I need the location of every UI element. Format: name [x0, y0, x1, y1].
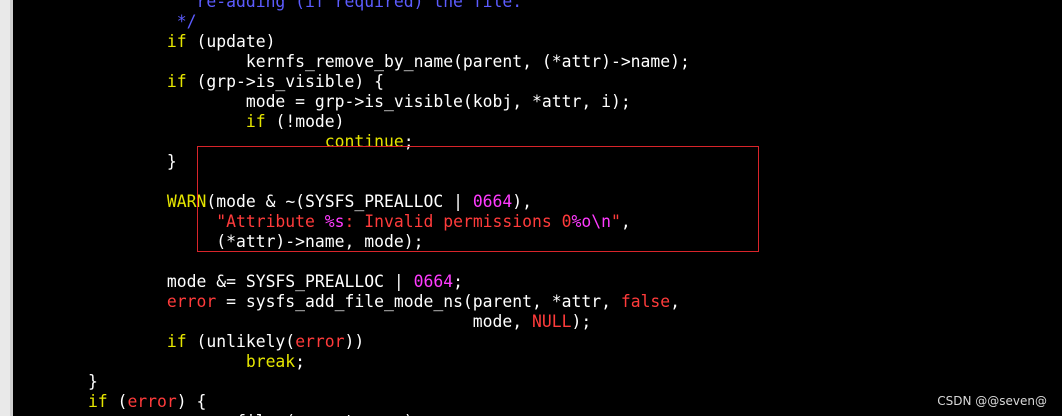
- code-line: re-adding (if required) the file.: [13, 0, 522, 12]
- code-token: error: [295, 332, 345, 351]
- code-line: */: [13, 12, 197, 32]
- code-token: ) {: [176, 392, 207, 411]
- code-token: ;: [453, 272, 463, 291]
- screenshot-frame: re-adding (if required) the file. */ if …: [0, 0, 1062, 416]
- code-token: if: [13, 72, 187, 91]
- code-token: if: [245, 112, 266, 131]
- code-token: error: [13, 292, 217, 311]
- highlight-annotation-box: [197, 146, 759, 252]
- code-line: if (grp->is_visible) {: [13, 72, 384, 92]
- code-token: WARN: [13, 192, 207, 211]
- code-token: mode,: [13, 312, 533, 331]
- code-token: (!mode): [265, 112, 345, 131]
- code-line: mode, NULL);: [13, 312, 591, 332]
- code-line: error = sysfs_add_file_mode_ns(parent, *…: [13, 292, 680, 312]
- code-token: (: [107, 392, 128, 411]
- code-token: (unlikely(: [186, 332, 296, 351]
- code-token: */: [13, 12, 197, 31]
- code-line: mode = grp->is_visible(kobj, *attr, i);: [13, 92, 631, 112]
- code-token: 0664: [413, 272, 454, 291]
- code-token: if: [13, 392, 108, 411]
- code-line: if (error) {: [13, 392, 206, 412]
- code-line: if (unlikely(error)): [13, 332, 364, 352]
- code-token: (grp->is_visible) {: [186, 72, 384, 91]
- watermark-label: CSDN @@seven@: [937, 394, 1047, 408]
- code-token: break: [13, 352, 296, 371]
- code-token: );: [571, 312, 592, 331]
- code-token: ;: [295, 352, 306, 371]
- code-token: mode &= SYSFS_PREALLOC |: [13, 272, 414, 291]
- code-token: if: [13, 332, 187, 351]
- code-token: error: [127, 392, 177, 411]
- code-token: false: [620, 292, 671, 311]
- code-token: kernfs_remove_by_name(parent, (*attr)->n…: [13, 52, 690, 71]
- code-line: mode &= SYSFS_PREALLOC | 0664;: [13, 272, 463, 292]
- code-editor-view[interactable]: re-adding (if required) the file. */ if …: [13, 0, 1062, 416]
- code-token: ,: [670, 292, 681, 311]
- code-line: }: [13, 372, 98, 392]
- code-line: kernfs_remove_by_name(parent, (*attr)->n…: [13, 52, 690, 72]
- code-line: break;: [13, 352, 305, 372]
- code-token: NULL: [532, 312, 572, 331]
- code-token: (update): [186, 32, 276, 51]
- code-line: remove_files(parent, grp);: [13, 412, 424, 416]
- code-line: }: [13, 152, 177, 172]
- code-token: )): [344, 332, 365, 351]
- code-line: if (update): [13, 32, 276, 52]
- code-token: if: [13, 32, 187, 51]
- code-line: if (!mode): [13, 112, 345, 132]
- left-margin-bar: [0, 0, 10, 416]
- code-token: mode = grp->is_visible(kobj, *attr, i);: [13, 92, 631, 111]
- code-token: re-adding (if required) the file.: [13, 0, 523, 11]
- code-token: }: [13, 152, 177, 171]
- code-token: remove_files(parent, grp);: [13, 412, 424, 416]
- code-token: }: [13, 372, 98, 391]
- code-token: = sysfs_add_file_mode_ns(parent, *attr,: [216, 292, 621, 311]
